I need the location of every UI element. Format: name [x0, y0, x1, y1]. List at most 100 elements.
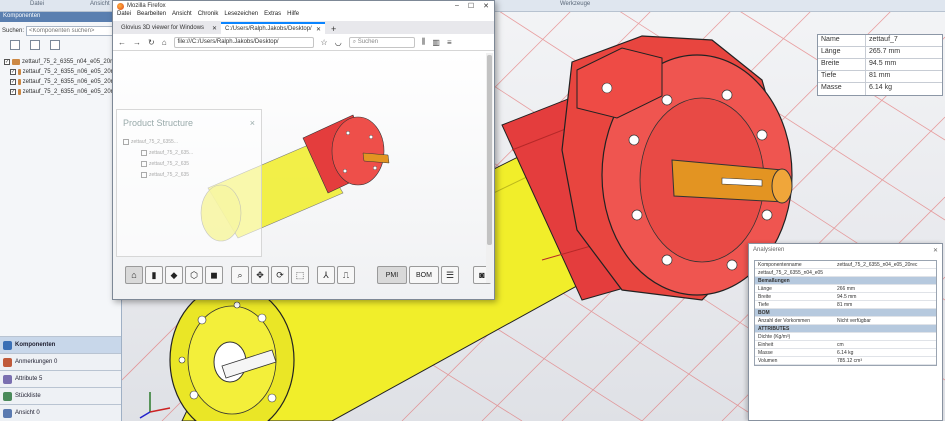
menu-item[interactable]: Bearbeiten: [137, 11, 166, 21]
ribbon-item[interactable]: Ansicht: [90, 1, 110, 7]
structure-item[interactable]: zettauf_75_2_635: [117, 169, 261, 180]
menu-item[interactable]: Lesezeichen: [224, 11, 258, 21]
web-viewer[interactable]: Product Structure × zettauf_75_2_6355...…: [113, 53, 494, 299]
reload-icon[interactable]: ↻: [148, 38, 155, 47]
expand-icon[interactable]: [10, 40, 20, 50]
new-tab-icon[interactable]: +: [325, 24, 342, 34]
filter-icon[interactable]: [50, 40, 60, 50]
property-row: Breite 94.5 mm: [818, 59, 942, 71]
component-tree: ✓ zettauf_75_2_6355_n04_e05_20rec ✓ zettauf…: [0, 55, 121, 99]
tree-item-label: zettauf_75_2_6355_n06_e05_20rec: [22, 79, 119, 85]
measure-icon[interactable]: ⅄: [317, 266, 335, 284]
tab-components[interactable]: Komponenten: [0, 336, 121, 353]
section-icon[interactable]: ⎍: [337, 266, 355, 284]
bom-button[interactable]: BOM: [409, 266, 439, 284]
checkbox[interactable]: ✓: [10, 89, 16, 95]
maximize-icon[interactable]: ☐: [468, 2, 474, 10]
components-icon: [3, 340, 12, 350]
tab-attributes[interactable]: Attribute 5: [0, 370, 121, 387]
browser-tab[interactable]: C:/Users/Ralph.Jakobs/Desktop/ ✕: [221, 22, 325, 34]
cube-icon[interactable]: ▮: [145, 266, 163, 284]
home-icon[interactable]: ⌂: [162, 38, 167, 47]
menu-item[interactable]: Datei: [117, 11, 131, 21]
ribbon-item[interactable]: Datei: [30, 1, 44, 7]
wireframe-icon[interactable]: ⬡: [185, 266, 203, 284]
property-key: Tiefe: [818, 71, 866, 82]
analysis-value: 81 mm: [837, 302, 853, 308]
analysis-key: Länge: [758, 286, 772, 292]
menu-item[interactable]: Chronik: [198, 11, 219, 21]
product-structure-title: Product Structure: [123, 118, 194, 128]
analysis-value: zettauf_75_2_6355_n04_e05_20rec: [837, 262, 918, 268]
analysis-value: Nicht verfügbar: [837, 318, 871, 324]
browser-tab[interactable]: Glovius 3D viewer for Windows ✕: [117, 22, 221, 34]
tree-item[interactable]: ✓ zettauf_75_2_6355_n06_e05_20rec: [2, 67, 119, 77]
part-icon: [12, 59, 20, 65]
analysis-key: Breite: [758, 294, 772, 300]
forward-icon[interactable]: →: [133, 38, 141, 47]
component-search: Suchen:: [0, 24, 121, 37]
part-icon: [18, 89, 21, 95]
analysis-key: Volumen: [758, 358, 778, 364]
menu-item[interactable]: Hilfe: [287, 11, 299, 21]
close-tab-icon[interactable]: ✕: [212, 25, 217, 32]
checkbox[interactable]: [141, 149, 147, 156]
back-icon[interactable]: ←: [118, 38, 126, 47]
tree-item[interactable]: ✓ zettauf_75_2_6355_n04_e05_20rec: [2, 57, 119, 67]
part-icon: [18, 69, 21, 75]
property-row: Länge 265.7 mm: [818, 47, 942, 59]
tree-item[interactable]: ✓ zettauf_75_2_6355_n06_e05_20rec: [2, 87, 119, 97]
structure-item[interactable]: zettauf_75_2_635: [117, 158, 261, 169]
property-key: Masse: [818, 83, 866, 95]
minimize-icon[interactable]: –: [455, 2, 459, 10]
analysis-row: Breite 94.5 mm: [755, 293, 936, 301]
shaded-icon[interactable]: ◼: [205, 266, 223, 284]
zoom-icon[interactable]: ⌕: [231, 266, 249, 284]
tab-label: Komponenten: [15, 342, 56, 348]
analysis-key: Tiefe: [758, 302, 769, 308]
rotate-icon[interactable]: ⟳: [271, 266, 289, 284]
tab-views[interactable]: Ansicht 0: [0, 404, 121, 421]
library-icon[interactable]: ⫼: [422, 37, 426, 47]
analysis-key: Masse: [758, 350, 773, 356]
ribbon-item[interactable]: Werkzeuge: [560, 1, 590, 7]
scrollbar[interactable]: [486, 53, 493, 283]
fit-icon[interactable]: ⬚: [291, 266, 309, 284]
pocket-icon[interactable]: ◡: [335, 38, 342, 47]
pmi-button[interactable]: PMI: [377, 266, 407, 284]
checkbox[interactable]: ✓: [4, 59, 10, 65]
url-text: file:///C:/Users/Ralph.Jakobs/Desktop/: [177, 39, 279, 45]
analysis-value: cm: [837, 342, 844, 348]
tab-annotations[interactable]: Anmerkungen 0: [0, 353, 121, 370]
structure-item[interactable]: zettauf_75_2_635...: [117, 147, 261, 158]
search-field[interactable]: ⌕ Suchen: [348, 36, 415, 48]
close-icon[interactable]: ✕: [483, 2, 489, 10]
checkbox[interactable]: [141, 171, 147, 178]
tab-bom[interactable]: Stückliste: [0, 387, 121, 404]
search-input[interactable]: [26, 25, 119, 36]
solid-icon[interactable]: ◆: [165, 266, 183, 284]
property-key: Länge: [818, 47, 866, 58]
window-title: Mozilla Firefox: [127, 3, 166, 9]
menu-item[interactable]: Ansicht: [172, 11, 192, 21]
checkbox[interactable]: ✓: [10, 69, 16, 75]
menu-item[interactable]: Extras: [264, 11, 281, 21]
checkbox[interactable]: [123, 138, 129, 145]
close-icon[interactable]: ✕: [933, 247, 938, 254]
url-bar[interactable]: file:///C:/Users/Ralph.Jakobs/Desktop/: [173, 36, 314, 48]
close-tab-icon[interactable]: ✕: [316, 26, 321, 33]
tree-item[interactable]: ✓ zettauf_75_2_6355_n06_e05_20rec: [2, 77, 119, 87]
close-icon[interactable]: ×: [250, 118, 255, 128]
bookmark-icon[interactable]: ☆: [321, 38, 328, 47]
sidebar-icon[interactable]: ▥: [432, 38, 440, 47]
checkbox[interactable]: [141, 160, 147, 167]
menu-icon[interactable]: ≡: [447, 38, 452, 47]
collapse-icon[interactable]: [30, 40, 40, 50]
analysis-row: Komponentenname zettauf_75_2_6355_n04_e05…: [755, 261, 936, 269]
home-icon[interactable]: ⌂: [125, 266, 143, 284]
structure-item[interactable]: zettauf_75_2_6355...: [117, 136, 261, 147]
analysis-key: Einheit: [758, 342, 774, 348]
checkbox[interactable]: ✓: [10, 79, 16, 85]
list-icon[interactable]: ☰: [441, 266, 459, 284]
pan-icon[interactable]: ✥: [251, 266, 269, 284]
